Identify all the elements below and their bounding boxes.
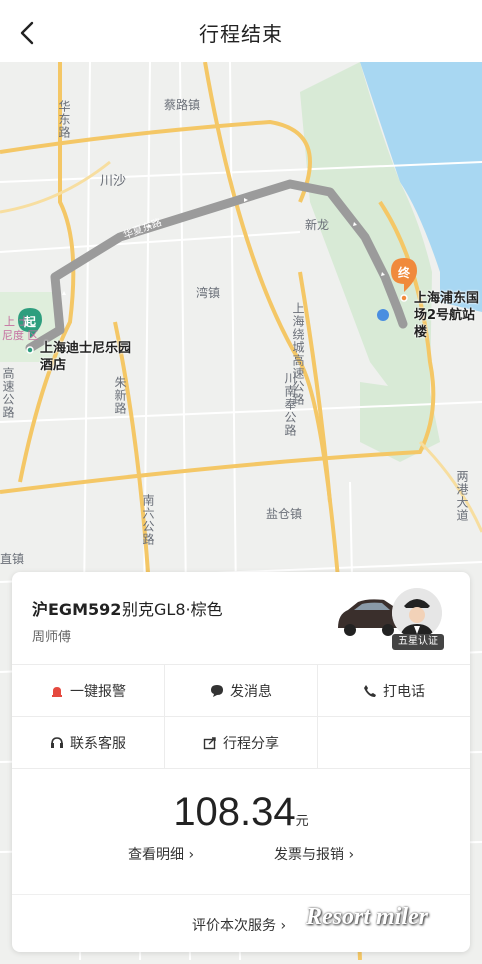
road-label: 朱新路 <box>113 376 127 415</box>
end-label-line: 上海浦东国 <box>414 291 480 306</box>
place-label: 盐仓镇 <box>266 507 303 521</box>
invoice-link[interactable]: 发票与报销 › <box>274 844 354 864</box>
road-label: 川南奉公路 <box>283 372 297 437</box>
message-icon <box>211 684 223 697</box>
airport-icon <box>377 309 389 321</box>
place-label: 新龙 <box>305 218 330 232</box>
share-icon <box>203 736 216 749</box>
place-label: 川沙 <box>100 174 127 189</box>
call-button[interactable]: 打电话 <box>318 665 470 717</box>
share-trip-button[interactable]: 行程分享 <box>165 717 318 769</box>
share-label: 行程分享 <box>223 735 279 752</box>
license-plate: 沪EGM592 <box>32 600 122 619</box>
end-label-line: 场2号航站楼 <box>414 308 476 340</box>
place-label: 蔡路镇 <box>164 98 201 112</box>
watermark-text: Resort miler <box>306 904 429 930</box>
page-title: 行程结束 <box>199 22 283 46</box>
empty-cell <box>318 717 470 769</box>
message-label: 发消息 <box>230 683 272 700</box>
headset-icon <box>51 736 63 748</box>
action-grid: 一键报警 发消息 打电话 联系客服 行程分享 <box>12 664 470 769</box>
alarm-label: 一键报警 <box>70 683 126 700</box>
phone-icon <box>364 684 376 697</box>
car-model: 别克GL8·棕色 <box>122 600 223 619</box>
driver-rating-badge: 五星认证 <box>392 634 444 650</box>
driver-avatar[interactable] <box>392 588 442 638</box>
place-label: 湾镇 <box>196 286 221 300</box>
message-button[interactable]: 发消息 <box>165 665 318 717</box>
driver-name: 周师傅 <box>32 630 72 645</box>
road-label: 南六公路 <box>141 494 155 546</box>
road-label: 两港大道 <box>455 470 469 522</box>
alarm-button[interactable]: 一键报警 <box>12 665 165 717</box>
fare-detail-link[interactable]: 查看明细 › <box>128 844 194 864</box>
alarm-icon <box>52 686 62 697</box>
call-label: 打电话 <box>383 683 425 700</box>
fare-unit: 元 <box>295 814 309 829</box>
service-label: 联系客服 <box>70 735 126 752</box>
end-location-label: 上海浦东国 场2号航站楼 <box>414 290 482 341</box>
road-label: 华东路 <box>57 100 71 139</box>
trip-summary-card: 沪EGM592 别克GL8·棕色 周师傅 五星认证 一键报警 发消息 打电话 联… <box>12 572 470 952</box>
start-label-line: 酒店 <box>40 358 67 373</box>
header-bar: 行程结束 <box>0 0 482 62</box>
fare-amount: 108.34元 <box>12 790 470 835</box>
rate-service-link[interactable]: 评价本次服务 › <box>192 915 286 935</box>
end-badge: 终 <box>397 266 410 280</box>
start-badge: 起 <box>23 315 36 329</box>
driver-avatar-icon <box>392 588 442 638</box>
road-label: 高速公路 <box>1 367 15 419</box>
start-label-line: 上海迪士尼乐园 <box>40 341 132 356</box>
place-label: 直镇 <box>0 552 25 566</box>
customer-service-button[interactable]: 联系客服 <box>12 717 165 769</box>
start-location-label: 上海迪士尼乐园 酒店 <box>40 340 131 374</box>
fare-number: 108.34 <box>173 790 296 834</box>
